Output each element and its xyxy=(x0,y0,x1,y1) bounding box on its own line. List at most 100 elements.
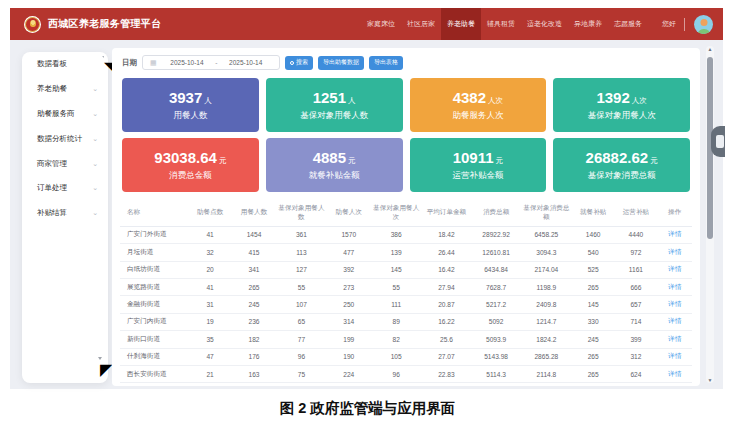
table-cell: 4440 xyxy=(615,226,658,243)
stat-value: 93038.64 xyxy=(154,149,217,166)
table-cell: 182 xyxy=(232,331,276,348)
table-cell: 5217.2 xyxy=(471,296,521,313)
sidebar-item[interactable]: 助餐服务商⌄ xyxy=(22,102,108,127)
table-column-header: 助餐人次 xyxy=(327,200,371,226)
nav-item[interactable]: 适老化改造 xyxy=(521,8,568,40)
sidebar-item-label: 数据看板 xyxy=(37,59,67,69)
date-range-input[interactable]: ▦ 2025-10-14 - 2025-10-14 xyxy=(142,55,280,70)
table-cell: 广安门外街道 xyxy=(120,226,188,243)
stat-value: 3937 xyxy=(169,89,202,106)
table-cell: 20 xyxy=(188,261,232,278)
table-column-header: 名称 xyxy=(120,200,188,226)
sidebar-scroll-up-icon[interactable]: ◥ xyxy=(102,56,104,58)
stat-value: 1392 xyxy=(596,89,629,106)
sidebar-item[interactable]: 数据看板 xyxy=(22,52,108,77)
sidebar-item[interactable]: 补贴结算⌄ xyxy=(22,201,108,226)
table-cell: 41 xyxy=(188,226,232,243)
stat-unit: 人次 xyxy=(488,96,503,105)
stat-value: 26882.62 xyxy=(586,149,649,166)
detail-link[interactable]: 详情 xyxy=(657,296,692,313)
table-cell: 55 xyxy=(371,278,422,295)
nav-item[interactable]: 志愿服务 xyxy=(608,8,648,40)
table-cell: 65 xyxy=(276,313,327,330)
nav-item[interactable]: 异地康养 xyxy=(568,8,608,40)
page-scrollbar[interactable]: ▲ ▼ xyxy=(706,46,714,383)
table-cell: 2865.28 xyxy=(521,348,572,365)
stat-unit: 人次 xyxy=(632,96,647,105)
emblem-logo-icon xyxy=(24,16,41,33)
side-widget-tab[interactable] xyxy=(711,126,725,157)
detail-link[interactable]: 详情 xyxy=(657,365,692,382)
table-cell: 27.94 xyxy=(422,278,472,295)
detail-link[interactable]: 详情 xyxy=(657,261,692,278)
scrollbar-up-icon[interactable]: ▲ xyxy=(706,46,714,52)
nav-item[interactable]: 社区居家 xyxy=(401,8,441,40)
table-cell: 31 xyxy=(188,296,232,313)
table-cell: 1824.2 xyxy=(521,331,572,348)
table-cell: 41 xyxy=(188,278,232,295)
date-end-value[interactable]: 2025-10-14 xyxy=(219,59,272,66)
detail-link[interactable]: 详情 xyxy=(657,313,692,330)
stat-value: 4885 xyxy=(313,149,346,166)
table-body: 广安门外街道411454361157038618.4228922.926458.… xyxy=(120,226,692,383)
table-cell: 972 xyxy=(615,244,658,261)
avatar-body-icon xyxy=(697,29,710,34)
nav-item[interactable]: 养老助餐 xyxy=(441,8,481,40)
table-column-header: 消费总额 xyxy=(471,200,521,226)
table-cell: 26.44 xyxy=(422,244,472,261)
chevron-down-icon: ⌄ xyxy=(92,209,98,217)
table-cell: 6434.84 xyxy=(471,261,521,278)
export-table-button[interactable]: 导出表格 xyxy=(369,56,403,70)
nav-item[interactable]: 辅具租赁 xyxy=(481,8,521,40)
scrollbar-down-icon[interactable]: ▼ xyxy=(706,377,714,383)
search-button[interactable]: 搜索 xyxy=(285,56,313,70)
table-cell: 6458.25 xyxy=(521,226,572,243)
detail-link[interactable]: 详情 xyxy=(657,278,692,295)
export-meal-data-button[interactable]: 导出助餐数据 xyxy=(318,56,364,70)
table-cell: 77 xyxy=(276,331,327,348)
table-cell: 2174.04 xyxy=(521,261,572,278)
stat-card: 3937人用餐人数 xyxy=(122,78,259,132)
table-cell: 265 xyxy=(572,278,615,295)
table-column-header: 助餐点数 xyxy=(188,200,232,226)
table-cell: 657 xyxy=(615,296,658,313)
detail-link[interactable]: 详情 xyxy=(657,226,692,243)
stat-value-line: 93038.64元 xyxy=(154,149,226,167)
stat-cards: 3937人用餐人数1251人基保对象用餐人数4382人次助餐服务人次1392人次… xyxy=(122,78,690,192)
sidebar-item[interactable]: 商家管理⌄ xyxy=(22,151,108,176)
table-cell: 82 xyxy=(371,331,422,348)
stat-card: 4885元就餐补贴金额 xyxy=(266,138,403,192)
date-start-value[interactable]: 2025-10-14 xyxy=(161,59,214,66)
app-body: ◥ ◤ 数据看板养老助餐⌄助餐服务商⌄数据分析统计⌄商家管理⌄订单处理⌄补贴结算… xyxy=(10,40,723,389)
chevron-down-icon: ⌄ xyxy=(92,85,98,93)
sidebar-item[interactable]: 订单处理⌄ xyxy=(22,176,108,201)
stat-value-line: 4885元 xyxy=(313,149,356,167)
sidebar-item-label: 商家管理 xyxy=(37,159,67,169)
stat-value-line: 4382人次 xyxy=(453,89,503,107)
table-cell: 265 xyxy=(232,278,276,295)
stat-unit: 元 xyxy=(496,156,504,165)
table-cell: 361 xyxy=(276,226,327,243)
sidebar-item[interactable]: 数据分析统计⌄ xyxy=(22,126,108,151)
table-column-header: 用餐人数 xyxy=(232,200,276,226)
table-cell: 什刹海街道 xyxy=(120,348,188,365)
table-cell: 1161 xyxy=(615,261,658,278)
main-panel: 日期 ▦ 2025-10-14 - 2025-10-14 搜索 导出助餐数据 导… xyxy=(112,48,700,386)
user-avatar[interactable] xyxy=(694,15,713,34)
nav-item[interactable]: 家庭床位 xyxy=(361,8,401,40)
sidebar-scroll-down-icon[interactable]: ◤ xyxy=(98,357,102,360)
table-column-header: 基保对象消费总额 xyxy=(521,200,572,226)
table-cell: 21 xyxy=(188,365,232,382)
table-cell: 89 xyxy=(371,313,422,330)
stat-unit: 人 xyxy=(204,96,212,105)
table-column-header: 就餐补贴 xyxy=(572,200,615,226)
detail-link[interactable]: 详情 xyxy=(657,331,692,348)
detail-link[interactable]: 详情 xyxy=(657,348,692,365)
table-cell: 1454 xyxy=(232,226,276,243)
table-cell: 105 xyxy=(371,348,422,365)
detail-link[interactable]: 详情 xyxy=(657,244,692,261)
table-cell: 5114.3 xyxy=(471,365,521,382)
search-icon xyxy=(290,61,294,65)
chevron-down-icon: ⌄ xyxy=(92,110,98,118)
sidebar-item[interactable]: 养老助餐⌄ xyxy=(22,77,108,102)
